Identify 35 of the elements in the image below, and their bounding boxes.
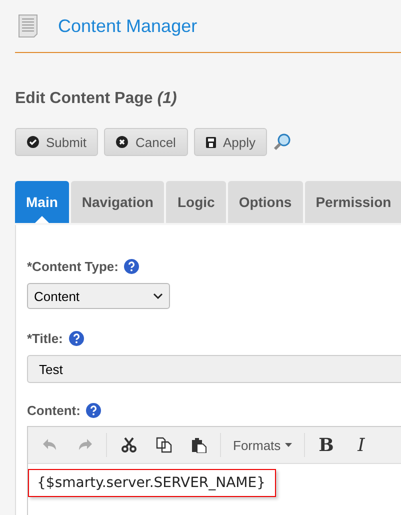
magnifier-icon[interactable] [273, 133, 292, 151]
field-label: Content: [27, 403, 80, 418]
caret-icon [284, 443, 292, 447]
undo-icon [42, 438, 58, 452]
cancel-button[interactable]: Cancel [104, 128, 188, 156]
tab[interactable]: Options [228, 181, 303, 223]
tab[interactable]: Logic [166, 181, 226, 223]
scissors-icon [120, 437, 136, 453]
formats-menu[interactable]: Formats [225, 431, 300, 459]
tab[interactable]: Navigation [70, 181, 164, 223]
check-icon [27, 136, 39, 148]
code-snippet: {$smarty.server.SERVER_NAME} [28, 469, 276, 497]
help-icon[interactable] [86, 403, 102, 418]
italic-button[interactable]: I [344, 431, 379, 459]
field-label: *Title: [27, 331, 63, 346]
apply-button[interactable]: Apply [194, 128, 268, 156]
page-heading: Content Manager [58, 16, 198, 36]
save-icon [206, 136, 216, 148]
close-icon [116, 136, 128, 148]
help-icon[interactable] [124, 259, 140, 274]
tab[interactable]: Permission [304, 181, 401, 223]
document-icon [18, 14, 38, 38]
field-label: *Content Type: [27, 259, 118, 274]
bold-button[interactable]: B [308, 431, 344, 459]
rich-text-editor[interactable]: Formats B I {$smarty.server.SERVER_NAME} [27, 426, 401, 515]
clipboard-icon [190, 437, 206, 453]
copy-icon [156, 437, 172, 453]
help-icon[interactable] [68, 331, 84, 346]
content-type-select[interactable]: Content [27, 283, 170, 309]
redo-icon [76, 438, 92, 452]
submit-button[interactable]: Submit [15, 128, 98, 156]
section-title: Edit Content Page (1) [15, 90, 178, 108]
tab[interactable]: Main [15, 181, 69, 223]
chevron-down-icon [153, 293, 163, 299]
title-field[interactable]: Test [27, 355, 401, 383]
